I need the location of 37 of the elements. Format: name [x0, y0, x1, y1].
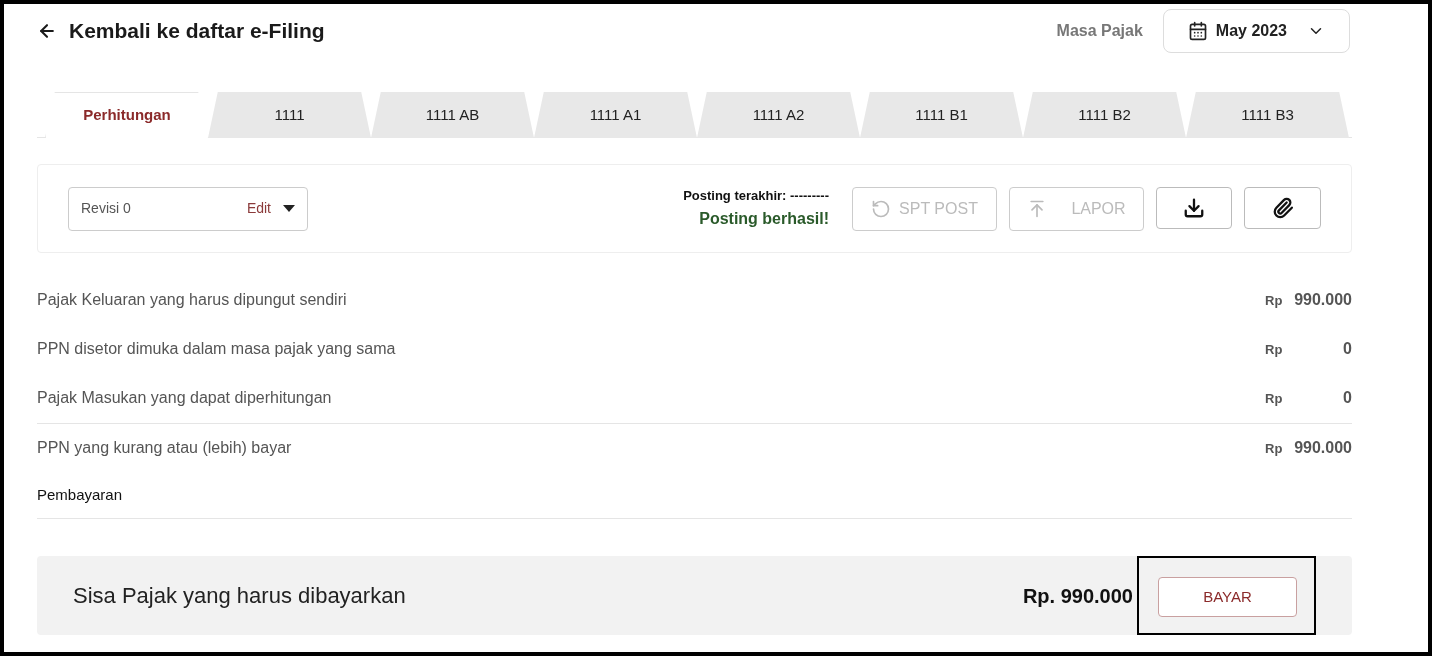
- currency-label: Rp: [1265, 291, 1283, 310]
- amount-value: 0: [1343, 387, 1352, 408]
- tab[interactable]: 1111 AB: [371, 92, 534, 138]
- amount-value: 990.000: [1294, 438, 1352, 458]
- tab[interactable]: Perhitungan: [45, 92, 208, 138]
- period-label: Masa Pajak: [1056, 21, 1143, 41]
- row-label: Pajak Masukan yang dapat diperhitungan: [37, 387, 332, 408]
- pay-button[interactable]: BAYAR: [1158, 577, 1297, 617]
- currency-label: Rp: [1265, 389, 1283, 408]
- tab[interactable]: 1111 A1: [534, 92, 697, 138]
- tab[interactable]: 1111: [208, 92, 371, 138]
- tab[interactable]: 1111 B1: [860, 92, 1023, 138]
- tab[interactable]: 1111 A2: [697, 92, 860, 138]
- posting-status: Posting berhasil!: [699, 209, 829, 230]
- caret-icon: [283, 205, 295, 212]
- revision-dropdown[interactable]: Revisi 0 Edit: [68, 186, 308, 231]
- payment-heading: Pembayaran: [37, 484, 123, 505]
- tab[interactable]: 1111 B3: [1186, 92, 1349, 138]
- download-icon: [1183, 196, 1205, 219]
- back-link[interactable]: Kembali ke daftar e-Filing: [37, 15, 325, 47]
- calendar-icon: [1187, 21, 1208, 41]
- row-label: PPN disetor dimuka dalam masa pajak yang sama: [37, 338, 396, 359]
- paperclip-icon: [1271, 196, 1294, 219]
- row-label: PPN yang kurang atau (lebih) bayar: [37, 438, 292, 458]
- amount-value: 990.000: [1294, 289, 1352, 310]
- attach-button[interactable]: [1244, 186, 1321, 229]
- row-label: Pajak Keluaran yang harus dipungut sendiri: [37, 289, 347, 310]
- last-posting-text: Posting terakhir: ---------: [683, 186, 829, 205]
- undo-icon: [871, 198, 892, 219]
- download-button[interactable]: [1156, 186, 1232, 229]
- period-dropdown[interactable]: May 2023: [1162, 9, 1350, 53]
- tab[interactable]: 1111 B2: [1023, 92, 1186, 138]
- amount-value: 0: [1343, 338, 1352, 359]
- summary-label: Sisa Pajak yang harus dibayarkan: [73, 582, 406, 610]
- summary-amount: Rp. 990.000: [1022, 583, 1133, 609]
- currency-label: Rp: [1265, 440, 1283, 458]
- currency-label: Rp: [1265, 340, 1283, 359]
